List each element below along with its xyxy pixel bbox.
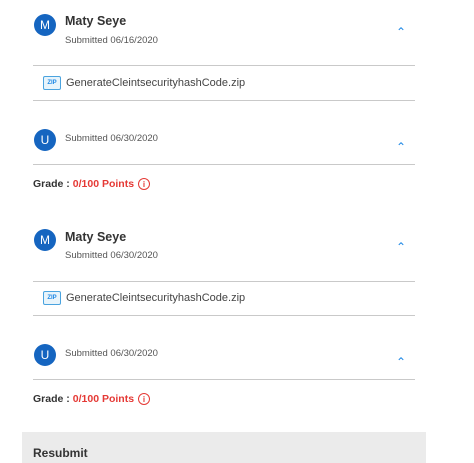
divider [33,65,415,66]
chevron-up-icon[interactable]: ⌃ [396,26,406,38]
avatar: U [34,129,56,151]
resubmit-heading[interactable]: Resubmit [33,446,88,460]
submitter-name: Maty Seye [65,14,127,28]
avatar: M [34,14,56,36]
submitter-name: Maty Seye [65,230,127,244]
grade-value: 0/100 Points [72,393,135,405]
chevron-up-icon[interactable]: ⌃ [396,141,406,153]
divider [33,100,415,101]
divider [33,281,415,282]
divider [33,379,415,380]
submitted-date: Submitted 06/30/2020 [65,133,158,144]
submitted-date: Submitted 06/30/2020 [65,250,158,261]
divider [33,315,415,316]
zip-file-icon: ZIP [43,76,61,90]
submitted-date: Submitted 06/16/2020 [65,35,158,46]
grade-value: 0/100 Points [72,178,135,190]
chevron-up-icon[interactable]: ⌃ [396,241,406,253]
divider [33,164,415,165]
info-icon[interactable]: i [138,393,151,405]
grade-row: Grade : 0/100 Points i [33,393,151,405]
attachment-link[interactable]: GenerateCleintsecurityhashCode.zip [66,77,245,89]
grade-label: Grade : [33,393,70,405]
grade-label: Grade : [33,178,70,190]
info-icon[interactable]: i [138,178,151,190]
attachment-link[interactable]: GenerateCleintsecurityhashCode.zip [66,292,245,304]
chevron-up-icon[interactable]: ⌃ [396,356,406,368]
submitted-date: Submitted 06/30/2020 [65,348,158,359]
resubmit-section[interactable]: Resubmit [22,432,426,463]
avatar: M [34,229,56,251]
zip-file-icon: ZIP [43,291,61,305]
grade-row: Grade : 0/100 Points i [33,178,151,190]
avatar: U [34,344,56,366]
